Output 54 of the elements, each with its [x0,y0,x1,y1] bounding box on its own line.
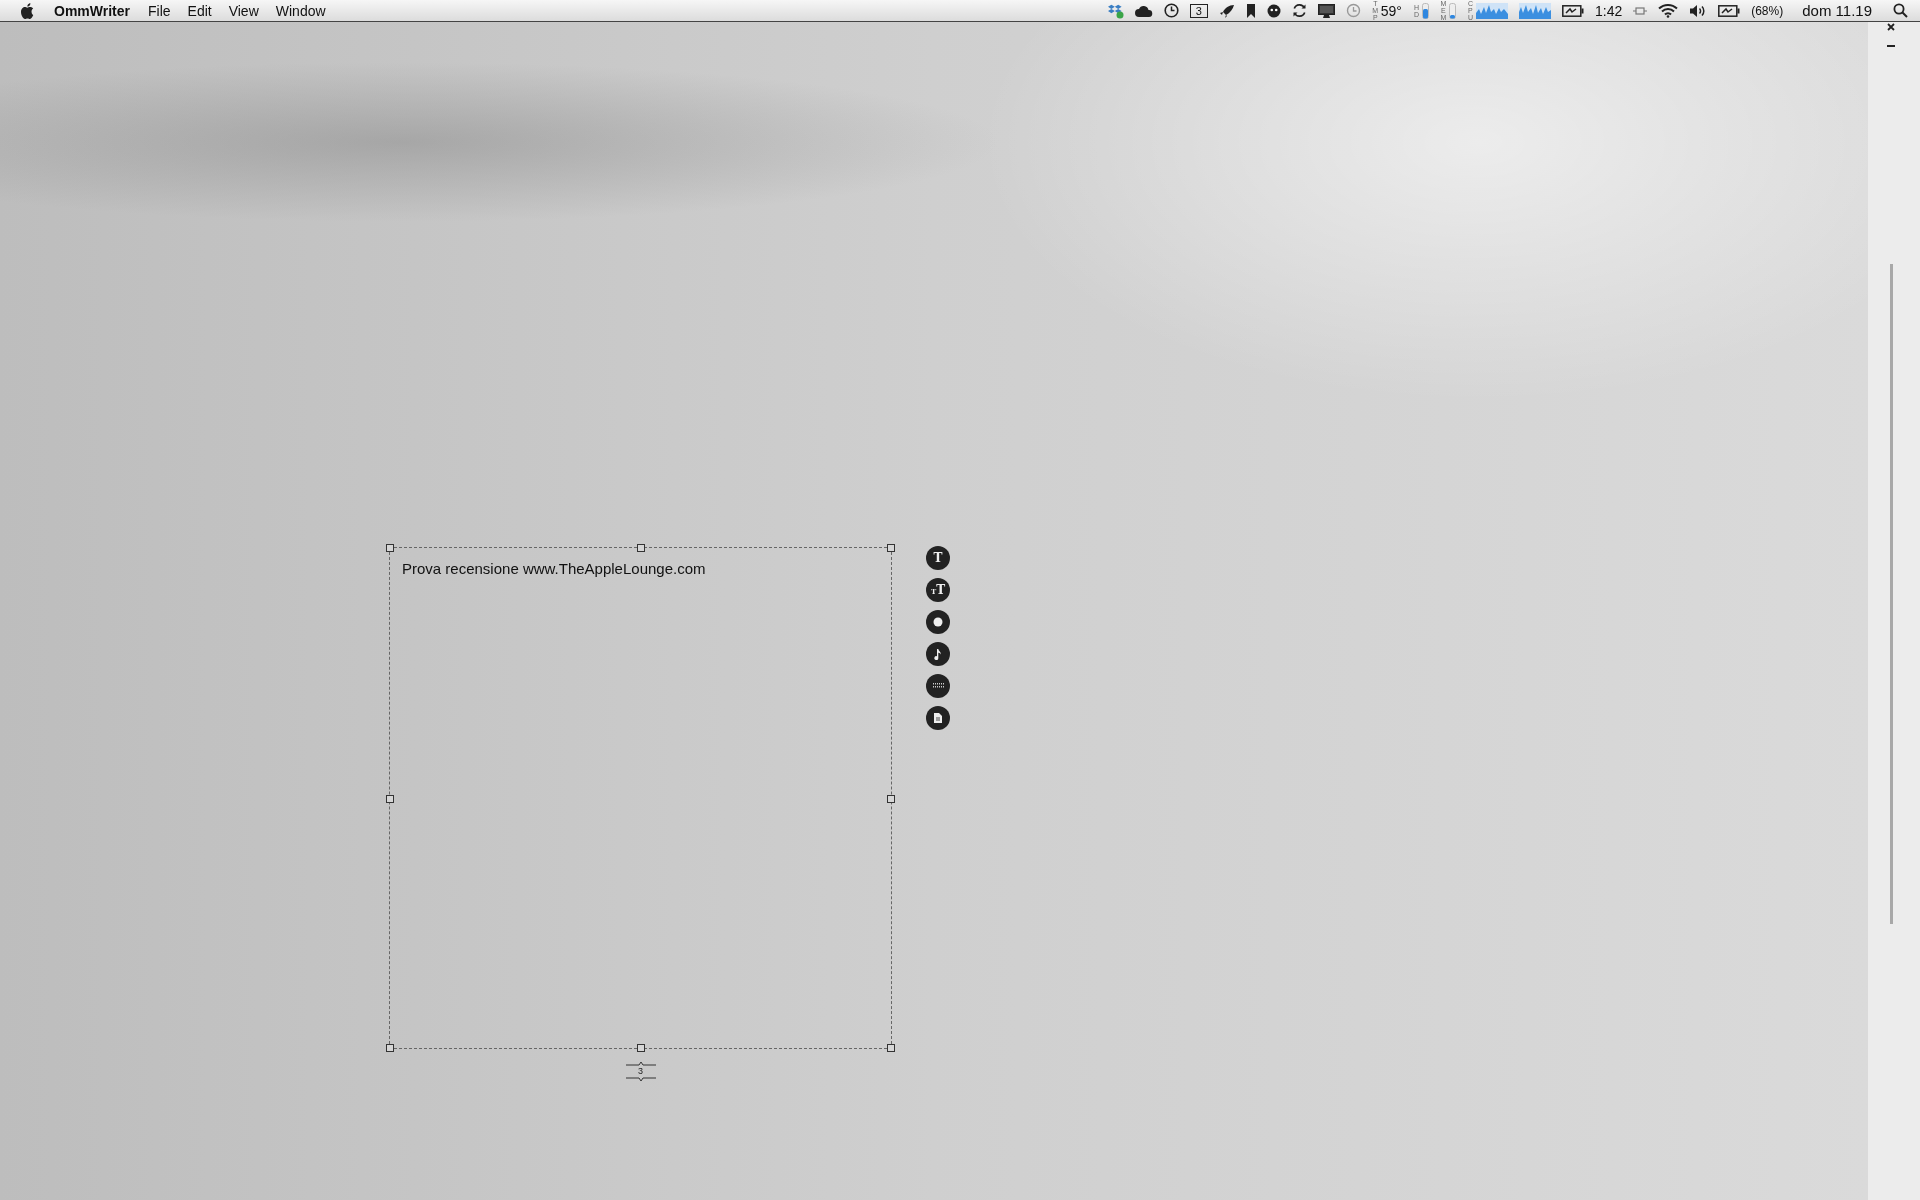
close-icon[interactable] [1887,23,1895,31]
document-tool-button[interactable] [926,706,950,730]
dropbox-icon[interactable] [1107,2,1124,19]
disk-meter-icon [1421,2,1429,19]
face-icon[interactable] [1266,3,1281,18]
network-graph-icon [1518,2,1551,19]
clock-text[interactable]: dom 11.19 [1802,2,1872,19]
writing-field[interactable]: Prova recensione www.TheAppleLounge.com [389,547,892,1049]
battery-time: 1:42 [1594,2,1623,19]
background-tool-button[interactable] [926,610,950,634]
menu-item[interactable]: File [148,2,171,19]
scrollbar-thumb[interactable] [1889,264,1893,924]
search-icon[interactable] [1893,3,1908,18]
battery-charging-icon[interactable] [1561,4,1584,17]
plug-icon[interactable] [1633,5,1648,16]
menu-item[interactable]: View [228,2,259,19]
resize-handle[interactable] [386,544,394,552]
resize-handle[interactable] [386,795,394,803]
app-menu[interactable]: OmmWriter [54,2,130,19]
spaces-indicator[interactable]: 3 [1189,3,1208,18]
menu-item[interactable]: Window [275,2,326,19]
resize-handle[interactable] [887,795,895,803]
keyboard-tool-button[interactable] [926,674,950,698]
history-clock-icon[interactable] [1345,3,1361,18]
music-note-icon [934,648,942,660]
cloud-icon[interactable] [1134,4,1153,17]
keyboard-icon [932,683,944,689]
apple-logo-icon[interactable] [20,2,34,19]
battery-charging-icon[interactable] [1718,4,1741,17]
resize-handle[interactable] [887,544,895,552]
memory-meter-icon [1448,2,1456,19]
font-tool-button[interactable]: T [926,546,950,570]
battery-percent: (68%) [1751,3,1784,18]
display-icon[interactable] [1317,3,1335,18]
resize-handle[interactable] [637,544,645,552]
circle-icon [933,617,943,627]
page-number: 3 [638,1066,643,1077]
page-down-icon[interactable] [625,1077,656,1083]
document-icon [934,713,942,723]
cpu-graph-icon [1475,2,1508,19]
rocket-icon[interactable] [1218,3,1235,18]
menu-item[interactable]: Edit [187,2,212,19]
resize-handle[interactable] [637,1044,645,1052]
clock-icon[interactable] [1163,3,1179,18]
minimize-icon[interactable] [1887,45,1895,48]
wifi-icon[interactable] [1658,3,1679,18]
sync-icon[interactable] [1291,3,1307,18]
temperature-reading: 59° [1380,2,1402,19]
document-text: Prova recensione www.TheAppleLounge.com [402,560,706,577]
bookmark-icon[interactable] [1245,3,1256,18]
resize-handle[interactable] [386,1044,394,1052]
page-up-icon[interactable] [625,1060,656,1066]
resize-handle[interactable] [887,1044,895,1052]
music-tool-button[interactable] [926,642,950,666]
